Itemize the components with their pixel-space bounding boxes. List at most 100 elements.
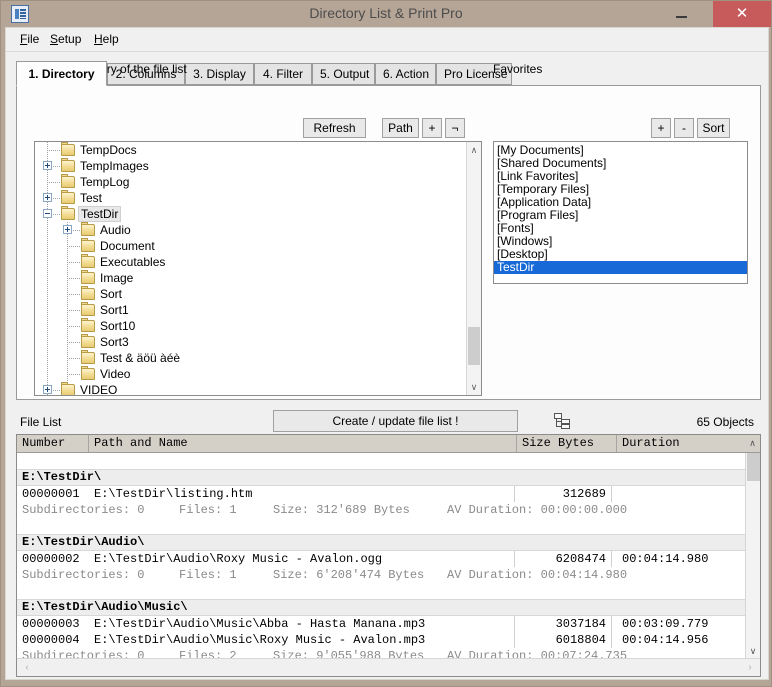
menu-file[interactable]: File bbox=[18, 32, 41, 46]
close-button[interactable]: ✕ bbox=[713, 1, 771, 27]
folder-icon bbox=[81, 270, 96, 284]
tree-item-audio[interactable]: Audio bbox=[35, 222, 467, 238]
grid-file-row[interactable]: 00000002 E:\TestDir\Audio\Roxy Music - Av… bbox=[17, 551, 745, 567]
tree-guide-line bbox=[67, 246, 81, 247]
tab-action[interactable]: 6. Action bbox=[375, 63, 436, 85]
tree-item-label: TestDir bbox=[78, 206, 122, 222]
summary-size: Size: 312'689 Bytes bbox=[273, 503, 410, 517]
tree-guide-line bbox=[67, 310, 81, 311]
grid-group-row[interactable]: E:\TestDir\Audio\ bbox=[17, 534, 745, 551]
file-list-grid[interactable]: Number Path and Name Size Bytes Duration… bbox=[16, 434, 761, 677]
grid-scroll-down-icon[interactable]: ∨ bbox=[746, 643, 760, 659]
favorites-add-button[interactable]: + bbox=[651, 118, 671, 138]
tree-hierarchy-icon[interactable] bbox=[551, 411, 573, 431]
tree-item-sort1[interactable]: Sort1 bbox=[35, 302, 467, 318]
tree-item-tempdocs[interactable]: TempDocs bbox=[35, 142, 467, 158]
column-header-size[interactable]: Size Bytes bbox=[517, 435, 617, 452]
grid-scroll-left-icon[interactable]: ‹ bbox=[19, 659, 35, 676]
tree-collapse-icon[interactable] bbox=[43, 209, 52, 218]
favorites-remove-button[interactable]: - bbox=[674, 118, 694, 138]
tree-scroll-down-icon[interactable]: ∨ bbox=[467, 379, 481, 395]
tab-directory[interactable]: 1. Directory bbox=[16, 61, 107, 86]
directory-tree[interactable]: TempDocs TempImages TempLog Test TestDir Audi… bbox=[34, 141, 482, 396]
menu-help[interactable]: Help bbox=[92, 32, 121, 46]
tree-item-sort3[interactable]: Sort3 bbox=[35, 334, 467, 350]
tree-item-label: TempDocs bbox=[80, 143, 137, 157]
tree-expand-icon[interactable] bbox=[43, 161, 52, 170]
tree-item-image[interactable]: Image bbox=[35, 270, 467, 286]
tree-item-label: Audio bbox=[100, 223, 131, 237]
cell-size: 3037184 bbox=[517, 616, 612, 632]
minimize-icon bbox=[676, 16, 687, 18]
grid-body: E:\TestDir\ 00000001 E:\TestDir\listing.ht… bbox=[17, 453, 745, 659]
tree-guide-line bbox=[67, 262, 81, 263]
menu-setup[interactable]: Setup bbox=[48, 32, 83, 46]
grid-horizontal-scrollbar[interactable]: ‹ › bbox=[17, 658, 760, 676]
cell-size: 6208474 bbox=[517, 551, 612, 567]
tree-item-label: Sort bbox=[100, 287, 123, 301]
tree-item-templog[interactable]: TempLog bbox=[35, 174, 467, 190]
minimize-button[interactable] bbox=[661, 1, 701, 27]
summary-files: Files: 1 bbox=[179, 568, 237, 582]
tree-item-executables[interactable]: Executables bbox=[35, 254, 467, 270]
exclude-path-button[interactable]: ¬ bbox=[445, 118, 465, 138]
directory-tree-content: TempDocs TempImages TempLog Test TestDir Audi… bbox=[35, 142, 467, 395]
tree-item-sort10[interactable]: Sort10 bbox=[35, 318, 467, 334]
column-header-path[interactable]: Path and Name bbox=[89, 435, 517, 452]
create-update-file-list-button[interactable]: Create / update file list ! bbox=[273, 410, 518, 432]
tree-item-testdir[interactable]: TestDir bbox=[35, 206, 467, 222]
tree-item-test[interactable]: Test & äöü àéè bbox=[35, 350, 467, 366]
grid-group-row[interactable]: E:\TestDir\Audio\Music\ bbox=[17, 599, 745, 616]
grid-group-path: E:\TestDir\ bbox=[22, 470, 102, 484]
refresh-button[interactable]: Refresh bbox=[303, 118, 366, 138]
add-path-button[interactable]: + bbox=[422, 118, 442, 138]
grid-group-row[interactable]: E:\TestDir\ bbox=[17, 469, 745, 486]
column-header-duration[interactable]: Duration bbox=[617, 435, 745, 452]
tree-scroll-up-icon[interactable]: ∧ bbox=[467, 142, 481, 158]
cell-path: E:\TestDir\listing.htm bbox=[94, 486, 515, 502]
tree-guide-line bbox=[67, 374, 81, 375]
tab-filter[interactable]: 4. Filter bbox=[254, 63, 312, 85]
folder-icon bbox=[81, 334, 96, 348]
favorites-sort-button[interactable]: Sort bbox=[697, 118, 730, 138]
tab-output[interactable]: 5. Output bbox=[312, 63, 375, 85]
tree-item-label: Video bbox=[100, 367, 131, 381]
grid-vertical-scrollbar[interactable]: ∨ bbox=[745, 453, 760, 659]
grid-spacer-row bbox=[17, 583, 745, 599]
tree-expand-icon[interactable] bbox=[43, 385, 52, 394]
tree-item-test[interactable]: Test bbox=[35, 190, 467, 206]
folder-icon bbox=[61, 382, 76, 395]
folder-icon bbox=[61, 158, 76, 172]
tree-item-label: Sort10 bbox=[100, 319, 136, 333]
tree-item-video[interactable]: VIDEO bbox=[35, 382, 467, 395]
tree-expand-icon[interactable] bbox=[43, 193, 52, 202]
path-button[interactable]: Path bbox=[382, 118, 419, 138]
grid-group-path: E:\TestDir\Audio\ bbox=[22, 535, 145, 549]
cell-number: 00000001 bbox=[22, 487, 80, 501]
folder-icon bbox=[81, 286, 96, 300]
grid-scroll-up-icon[interactable]: ∧ bbox=[745, 435, 760, 452]
favorites-list-item[interactable]: TestDir bbox=[494, 261, 747, 274]
column-header-number[interactable]: Number bbox=[17, 435, 89, 452]
grid-file-row[interactable]: 00000003 E:\TestDir\Audio\Music\Abba - Ha… bbox=[17, 616, 745, 632]
tree-item-video[interactable]: Video bbox=[35, 366, 467, 382]
tree-guide-line bbox=[47, 318, 48, 334]
cell-number: 00000004 bbox=[22, 633, 80, 647]
tree-item-tempimages[interactable]: TempImages bbox=[35, 158, 467, 174]
objects-count-label: 65 Objects bbox=[696, 415, 754, 429]
summary-subdirectories: Subdirectories: 0 bbox=[22, 503, 145, 517]
grid-file-row[interactable]: 00000004 E:\TestDir\Audio\Music\Roxy Musi… bbox=[17, 632, 745, 648]
favorites-list[interactable]: [My Documents] [Shared Documents] [Link Fa… bbox=[493, 141, 748, 284]
grid-scroll-right-icon[interactable]: › bbox=[742, 659, 758, 676]
tree-guide-line bbox=[47, 302, 48, 318]
tree-item-sort[interactable]: Sort bbox=[35, 286, 467, 302]
summary-av-duration: AV Duration: 00:04:14.980 bbox=[447, 568, 628, 582]
tree-vertical-scrollbar[interactable]: ∧ ∨ bbox=[466, 142, 481, 395]
summary-av-duration: AV Duration: 00:00:00.000 bbox=[447, 503, 628, 517]
tree-item-document[interactable]: Document bbox=[35, 238, 467, 254]
tree-scroll-thumb[interactable] bbox=[468, 327, 480, 365]
tree-expand-icon[interactable] bbox=[63, 225, 72, 234]
grid-file-row[interactable]: 00000001 E:\TestDir\listing.htm 312689 bbox=[17, 486, 745, 502]
grid-scroll-thumb[interactable] bbox=[747, 453, 760, 481]
tab-display[interactable]: 3. Display bbox=[185, 63, 254, 85]
